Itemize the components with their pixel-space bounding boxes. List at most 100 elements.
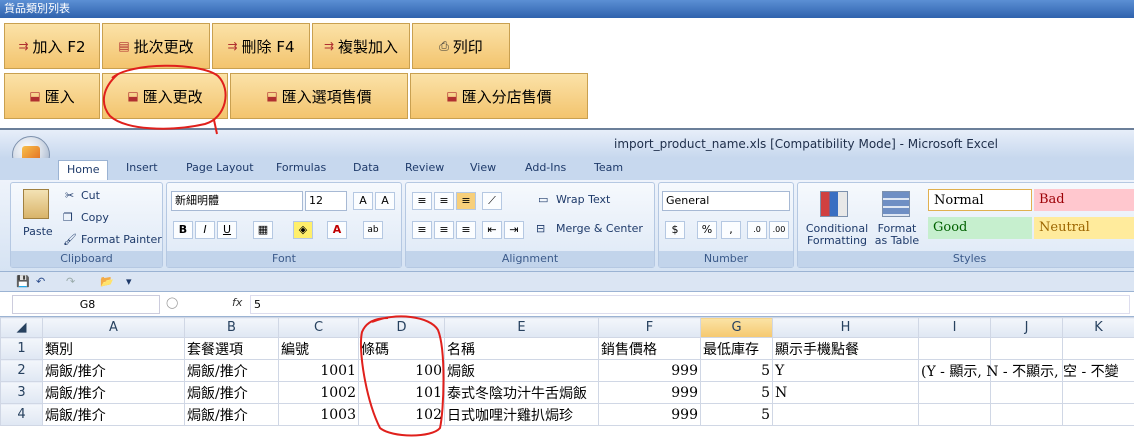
copy-button[interactable]: Copy (81, 211, 109, 224)
column-header[interactable]: D (358, 317, 445, 338)
table-cell[interactable]: 1002 (278, 381, 359, 404)
table-cell[interactable]: (Y - 顯示, N - 不顯示, 空 - 不變 (918, 359, 1119, 382)
table-cell[interactable]: 焗飯/推介 (184, 359, 279, 382)
column-header[interactable]: E (444, 317, 599, 338)
table-cell[interactable]: 5 (700, 403, 773, 426)
table-cell[interactable]: N (772, 381, 919, 404)
save-icon[interactable]: 💾 (16, 275, 30, 288)
decrease-decimal-icon[interactable]: .00 (769, 221, 789, 239)
row-header[interactable]: 2 (0, 359, 43, 382)
font-size-select[interactable]: 12 (305, 191, 347, 211)
column-header[interactable]: K (1062, 317, 1134, 338)
undo-icon[interactable]: ↶ (36, 275, 45, 288)
tab-review[interactable]: Review (405, 161, 444, 174)
table-cell[interactable]: 焗飯 (444, 359, 599, 382)
name-box[interactable]: G8 (12, 295, 160, 314)
align-bottom-icon[interactable]: ≡ (456, 192, 476, 210)
align-left-icon[interactable]: ≡ (412, 221, 432, 239)
increase-indent-icon[interactable]: ⇥ (504, 221, 524, 239)
copy-add-button[interactable]: ⇉ 複製加入 (312, 23, 410, 69)
format-painter-button[interactable]: Format Painter (81, 233, 162, 246)
table-cell[interactable]: 999 (598, 403, 701, 426)
column-header-selected[interactable]: G (700, 317, 773, 338)
column-header[interactable]: F (598, 317, 701, 338)
table-cell[interactable]: Y (772, 359, 919, 382)
table-cell[interactable]: 101 (358, 381, 445, 404)
table-cell[interactable]: 類別 (42, 337, 185, 360)
import-edit-button[interactable]: ⬓ 匯入更改 (102, 73, 228, 119)
align-right-icon[interactable]: ≡ (456, 221, 476, 239)
table-cell[interactable]: 1001 (278, 359, 359, 382)
table-cell[interactable]: 焗飯/推介 (184, 381, 279, 404)
column-header[interactable]: C (278, 317, 359, 338)
add-button[interactable]: ⇉ 加入 F2 (4, 23, 100, 69)
table-cell[interactable] (1062, 403, 1134, 426)
paste-button[interactable]: Paste (23, 225, 53, 238)
increase-decimal-icon[interactable]: .0 (747, 221, 767, 239)
bold-icon[interactable]: B (173, 221, 193, 239)
fill-color-icon[interactable]: ◈ (293, 221, 313, 239)
column-header[interactable]: I (918, 317, 991, 338)
customize-icon[interactable]: ▾ (126, 275, 132, 288)
row-header[interactable]: 4 (0, 403, 43, 426)
italic-icon[interactable]: I (195, 221, 215, 239)
tab-team[interactable]: Team (594, 161, 623, 174)
font-color-icon[interactable]: A (327, 221, 347, 239)
row-header[interactable]: 1 (0, 337, 43, 360)
border-icon[interactable]: ▦ (253, 221, 273, 239)
wrap-text-button[interactable]: Wrap Text (556, 193, 610, 206)
phonetic-icon[interactable]: ab (363, 221, 383, 239)
align-middle-icon[interactable]: ≡ (434, 192, 454, 210)
decrease-indent-icon[interactable]: ⇤ (482, 221, 502, 239)
font-name-select[interactable]: 新細明體 (171, 191, 303, 211)
table-cell[interactable]: 999 (598, 359, 701, 382)
style-normal[interactable]: Normal (928, 189, 1032, 211)
column-header[interactable]: J (990, 317, 1063, 338)
percent-icon[interactable]: % (697, 221, 717, 239)
align-top-icon[interactable]: ≡ (412, 192, 432, 210)
conditional-formatting-button[interactable]: Conditional Formatting (804, 223, 870, 247)
import-option-price-button[interactable]: ⬓ 匯入選項售價 (230, 73, 408, 119)
table-cell[interactable]: 100 (358, 359, 445, 382)
table-cell[interactable]: 編號 (278, 337, 359, 360)
currency-icon[interactable]: $ (665, 221, 685, 239)
style-neutral[interactable]: Neutral (1034, 217, 1134, 239)
table-cell[interactable] (990, 337, 1063, 360)
table-cell[interactable] (1062, 337, 1134, 360)
tab-formulas[interactable]: Formulas (276, 161, 326, 174)
number-format-select[interactable]: General (662, 191, 790, 211)
orientation-icon[interactable]: ⟋ (482, 192, 502, 210)
cut-button[interactable]: Cut (81, 189, 100, 202)
table-cell[interactable]: 最低庫存 (700, 337, 773, 360)
table-cell[interactable] (990, 381, 1063, 404)
tab-home[interactable]: Home (58, 160, 109, 180)
comma-icon[interactable]: , (721, 221, 741, 239)
table-cell[interactable]: 焗飯/推介 (42, 359, 185, 382)
table-cell[interactable]: 條碼 (358, 337, 445, 360)
table-cell[interactable]: 5 (700, 359, 773, 382)
table-cell[interactable]: 102 (358, 403, 445, 426)
open-icon[interactable]: 📂 (100, 275, 114, 288)
table-cell[interactable]: 泰式冬陰功汁牛舌焗飯 (444, 381, 599, 404)
shrink-font-icon[interactable]: A (375, 192, 395, 210)
batch-edit-button[interactable]: ▤ 批次更改 (102, 23, 210, 69)
align-center-icon[interactable]: ≡ (434, 221, 454, 239)
tab-insert[interactable]: Insert (126, 161, 158, 174)
table-cell[interactable]: 套餐選項 (184, 337, 279, 360)
column-header[interactable]: H (772, 317, 919, 338)
import-button[interactable]: ⬓ 匯入 (4, 73, 100, 119)
column-header[interactable]: B (184, 317, 279, 338)
table-cell[interactable]: 焗飯/推介 (42, 403, 185, 426)
grow-font-icon[interactable]: A (353, 192, 373, 210)
table-cell[interactable] (1062, 381, 1134, 404)
redo-icon[interactable]: ↷ (66, 275, 75, 288)
table-cell[interactable]: 5 (700, 381, 773, 404)
table-cell[interactable]: 999 (598, 381, 701, 404)
select-all-corner[interactable]: ◢ (0, 317, 43, 338)
formula-input[interactable]: 5 (250, 295, 1130, 314)
tab-page-layout[interactable]: Page Layout (186, 161, 254, 174)
underline-icon[interactable]: U (217, 221, 237, 239)
table-cell[interactable] (990, 403, 1063, 426)
style-good[interactable]: Good (928, 217, 1032, 239)
format-as-table-button[interactable]: Format as Table (872, 223, 922, 247)
